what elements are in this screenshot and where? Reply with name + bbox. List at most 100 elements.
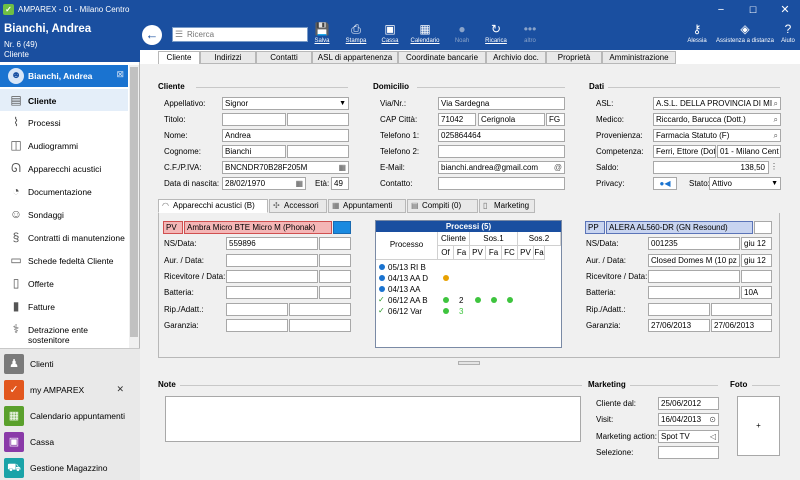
rip-right-field-1[interactable]	[648, 303, 710, 316]
minimize-button[interactable]: −	[706, 0, 736, 20]
aur-left-field[interactable]	[226, 254, 318, 267]
stato-select[interactable]: Attivo ▼	[709, 177, 781, 190]
nav-item-audiogrammi[interactable]: ◫ Audiogrammi	[0, 134, 128, 156]
nav-item-contratti[interactable]: § Contratti di manutenzione	[0, 226, 128, 248]
tab-asl[interactable]: ASL di appartenenza	[312, 51, 398, 64]
subtab-compiti[interactable]: ▤ Compiti (0)	[407, 199, 478, 213]
nav-scrollbar-thumb[interactable]	[130, 67, 138, 337]
aur-right-field[interactable]: Closed Domes M (10 pz	[648, 254, 740, 267]
aur-left-date[interactable]	[319, 254, 351, 267]
tab-contatti[interactable]: Contatti	[256, 51, 312, 64]
selezione-field[interactable]	[658, 446, 719, 459]
batteria-right-field[interactable]	[648, 286, 740, 299]
search-input[interactable]	[187, 28, 305, 41]
module-close-icon[interactable]: ✕	[116, 384, 124, 395]
note-textarea[interactable]	[165, 396, 581, 442]
photo-upload[interactable]: +	[737, 396, 780, 456]
tab-proprieta[interactable]: Proprietà	[546, 51, 602, 64]
nav-item-cliente[interactable]: ▤ Cliente	[0, 89, 128, 111]
aur-right-date[interactable]: giu 12	[741, 254, 772, 267]
noah-button[interactable]: ● Noah	[445, 22, 479, 49]
print-button[interactable]: ⎙ Stampa	[339, 22, 373, 49]
tab-archivio[interactable]: Archivio doc.	[486, 51, 546, 64]
nav-item-sondaggi[interactable]: ☺ Sondaggi	[0, 203, 128, 225]
ricev-left-field[interactable]	[226, 270, 318, 283]
nav-item-apparecchi[interactable]: ᘏ Apparecchi acustici	[0, 157, 128, 179]
calendar-icon[interactable]: ▦	[295, 178, 303, 189]
search-icon[interactable]: ⌕	[774, 114, 778, 125]
calendar-button[interactable]: ▦ Calendario	[408, 22, 442, 49]
search-box[interactable]: ☰	[172, 27, 308, 42]
nav-item-offerte[interactable]: ▯ Offerte	[0, 272, 128, 294]
tab-coordinate[interactable]: Coordinate bancarie	[398, 51, 486, 64]
rip-right-field-2[interactable]	[711, 303, 772, 316]
ricev-left-date[interactable]	[319, 270, 351, 283]
at-icon[interactable]: @	[554, 162, 562, 173]
ricev-right-date[interactable]	[741, 270, 772, 283]
citta-field[interactable]: Cerignola	[478, 113, 545, 126]
help-button[interactable]: ? Aiuto	[778, 22, 798, 49]
user-button[interactable]: ⚷ Alessia	[685, 22, 709, 49]
garanzia-left-field-2[interactable]	[289, 319, 351, 332]
batteria-left-field[interactable]	[226, 286, 318, 299]
titolo-field-1[interactable]	[222, 113, 286, 126]
garanzia-right-field-2[interactable]: 27/06/2013	[711, 319, 772, 332]
search-icon[interactable]: ⌕	[774, 98, 778, 109]
nav-item-fatture[interactable]: ▮ Fatture	[0, 295, 128, 317]
nav-item-detrazione[interactable]: ⚕ Detrazione ente sostenitore	[0, 318, 128, 345]
garanzia-left-field-1[interactable]	[226, 319, 288, 332]
asl-field[interactable]: A.S.L. DELLA PROVINCIA DI MI ⌕	[653, 97, 781, 110]
garanzia-right-field-1[interactable]: 27/06/2013	[648, 319, 710, 332]
search-icon[interactable]: ⌕	[774, 130, 778, 141]
device-right-model[interactable]: ALERA AL560-DR (GN Resound)	[606, 221, 753, 234]
nav-header-close-icon[interactable]: ⊠	[116, 69, 124, 80]
subtab-appuntamenti[interactable]: ▦ Appuntamenti	[328, 199, 406, 213]
more-dots-icon[interactable]: ⋮	[770, 162, 778, 171]
back-button[interactable]: ←	[142, 25, 162, 45]
save-button[interactable]: 💾 Salva	[305, 22, 339, 49]
batteria-right-extra[interactable]: 10A	[741, 286, 772, 299]
subtab-accessori[interactable]: ✣ Accessori	[269, 199, 327, 213]
link-icon[interactable]: ⊙	[709, 414, 716, 425]
module-cassa[interactable]: ▣ Cassa	[0, 429, 140, 455]
cap-field[interactable]: 71042	[438, 113, 476, 126]
remote-support-button[interactable]: ◈ Assistenza a distanza	[712, 22, 778, 49]
privacy-button[interactable]: ●◀	[653, 177, 677, 190]
visit-field[interactable]: 16/04/2013 ⊙	[658, 413, 719, 426]
subtab-marketing[interactable]: ▯ Marketing	[479, 199, 535, 213]
appellativo-select[interactable]: Signor ▼	[222, 97, 349, 110]
nav-item-schede[interactable]: ▭ Schede fedeltà Cliente	[0, 249, 128, 271]
prov-field[interactable]: FG	[546, 113, 565, 126]
email-field[interactable]: bianchi.andrea@gmail.com @	[438, 161, 565, 174]
nav-scrollbar[interactable]	[129, 65, 139, 348]
ricev-right-field[interactable]	[648, 270, 740, 283]
more-button[interactable]: ••• altro	[513, 22, 547, 49]
nav-item-processi[interactable]: ⌇ Processi	[0, 111, 128, 133]
device-left-model[interactable]: Ambra Micro BTE Micro M (Phonak)	[184, 221, 332, 234]
reload-button[interactable]: ↻ Ricarica	[479, 22, 513, 49]
ns-right-date[interactable]: giu 12	[741, 237, 772, 250]
cognome-field-2[interactable]	[287, 145, 349, 158]
module-calendario[interactable]: ▦ Calendario appuntamenti	[0, 403, 140, 429]
via-field[interactable]: Via Sardegna	[438, 97, 565, 110]
module-my-amparex[interactable]: ✓ my AMPAREX ✕	[0, 377, 140, 403]
nascita-field[interactable]: 28/02/1970 ▦	[222, 177, 306, 190]
competenza-field-1[interactable]: Ferri, Ettore (Dot	[653, 145, 716, 158]
maximize-button[interactable]: ☐	[738, 0, 768, 20]
cf-field[interactable]: BNCNDR70B28F205M ▦	[222, 161, 349, 174]
medico-field[interactable]: Riccardo, Barucca (Dott.) ⌕	[653, 113, 781, 126]
rip-left-field-1[interactable]	[226, 303, 288, 316]
ns-left-date[interactable]	[319, 237, 351, 250]
batteria-left-extra[interactable]	[319, 286, 351, 299]
tab-amministrazione[interactable]: Amministrazione	[602, 51, 676, 64]
subtab-apparecchi[interactable]: ◠ Apparecchi acustici (B)	[158, 199, 268, 213]
nav-header[interactable]: ☻ Bianchi, Andrea ⊠	[0, 65, 128, 87]
rip-left-field-2[interactable]	[289, 303, 351, 316]
tel2-field[interactable]	[438, 145, 565, 158]
titolo-field-2[interactable]	[287, 113, 349, 126]
panel-splitter[interactable]	[458, 361, 480, 365]
close-button[interactable]: ✕	[770, 0, 800, 20]
cognome-field[interactable]: Bianchi	[222, 145, 286, 158]
cash-button[interactable]: ▣ Cassa	[373, 22, 407, 49]
tab-indirizzi[interactable]: Indirizzi	[200, 51, 256, 64]
